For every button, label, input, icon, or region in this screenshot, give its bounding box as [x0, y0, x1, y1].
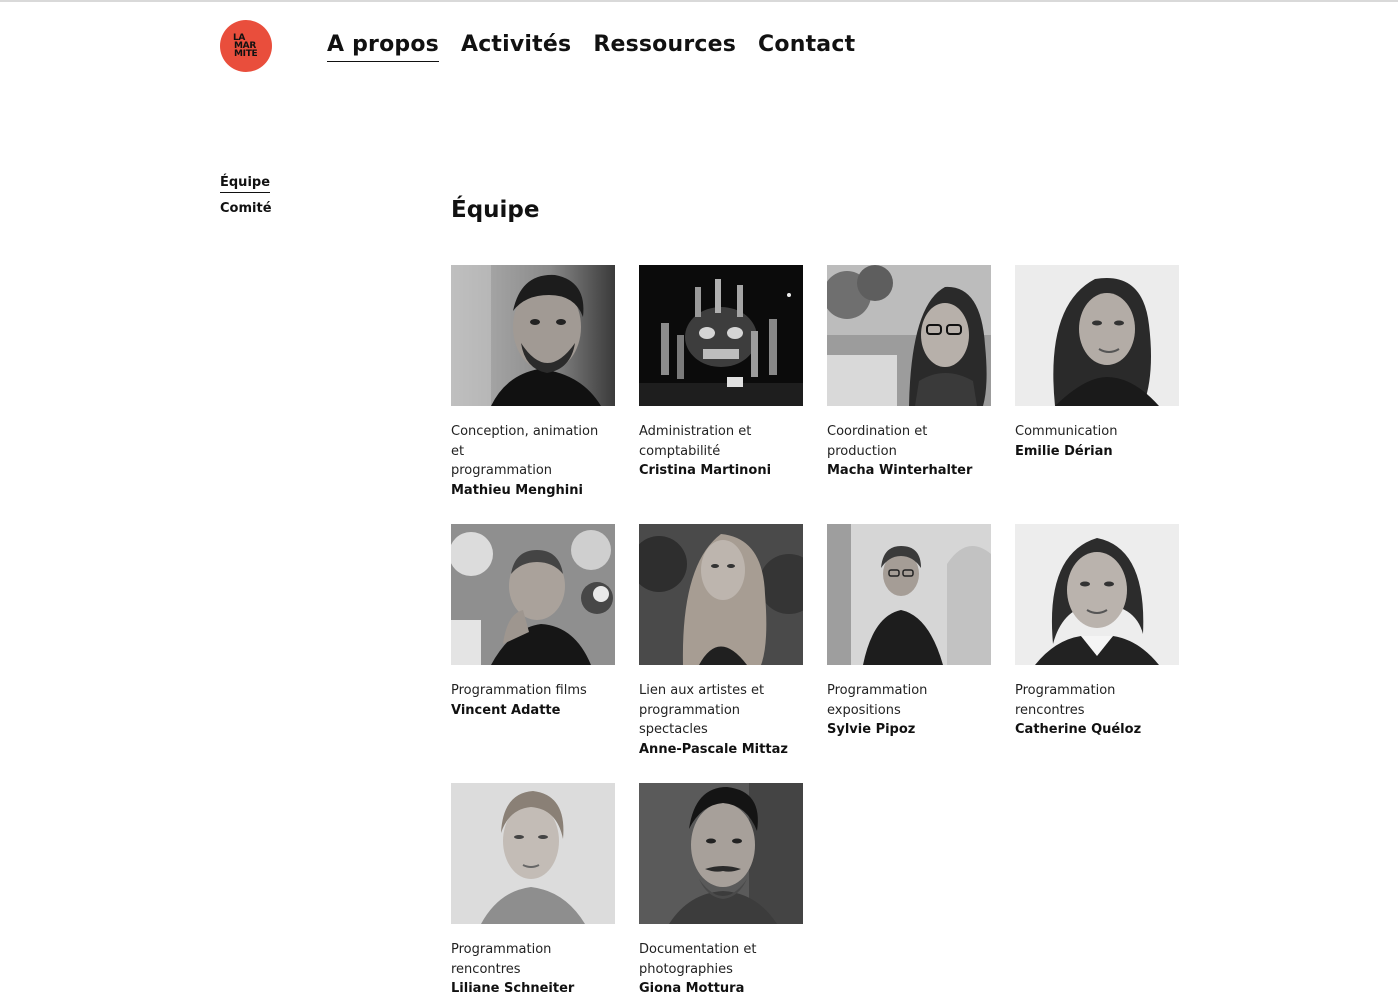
- nav-item-activites[interactable]: Activités: [461, 32, 571, 62]
- member-role: Programmation rencontres: [1015, 683, 1116, 718]
- team-member-card: Programmation films Vincent Adatte: [451, 524, 615, 783]
- member-name: Emilie Dérian: [1015, 443, 1113, 459]
- member-role: Conception, animation et programmation: [451, 424, 599, 478]
- member-photo[interactable]: [451, 524, 615, 665]
- nav-item-ressources[interactable]: Ressources: [593, 32, 736, 62]
- member-photo[interactable]: [1015, 524, 1179, 665]
- team-member-card: Programmation expositions Sylvie Pipoz: [827, 524, 991, 783]
- member-photo[interactable]: [639, 783, 803, 924]
- member-name: Cristina Martinoni: [639, 463, 772, 478]
- member-role: Communication: [1015, 424, 1118, 439]
- nav-item-a-propos[interactable]: A propos: [327, 32, 439, 62]
- member-name: Mathieu Menghini: [451, 482, 583, 498]
- side-nav: Équipe Comité: [220, 175, 272, 218]
- member-name: Anne-Pascale Mittaz: [639, 741, 788, 757]
- site-logo[interactable]: LA MAR MITE: [220, 20, 272, 72]
- team-member-card: Administration et comptabilité Cristina …: [639, 265, 803, 524]
- section-title: Équipe: [451, 197, 540, 223]
- member-role: Administration et comptabilité: [639, 424, 752, 459]
- member-role: Documentation et photographies: [639, 942, 757, 977]
- member-photo[interactable]: [639, 524, 803, 665]
- member-role: Programmation films: [451, 683, 587, 698]
- nav-item-contact[interactable]: Contact: [758, 32, 855, 62]
- team-grid: Conception, animation et programmation M…: [451, 265, 1181, 1000]
- member-role: Coordination et production: [827, 424, 928, 459]
- member-name: Macha Winterhalter: [827, 463, 973, 478]
- page: LA MAR MITE A propos Activités Ressource…: [0, 0, 1398, 1000]
- team-member-card: Programmation rencontres Catherine Quélo…: [1015, 524, 1179, 783]
- member-name: Catherine Quéloz: [1015, 722, 1142, 737]
- side-nav-item-comite[interactable]: Comité: [220, 201, 272, 218]
- logo-text-line: MITE: [234, 49, 258, 59]
- member-photo[interactable]: [451, 783, 615, 924]
- main-nav: A propos Activités Ressources Contact: [327, 32, 855, 62]
- team-member-card: Communication Emilie Dérian: [1015, 265, 1179, 524]
- member-photo[interactable]: [827, 524, 991, 665]
- member-photo[interactable]: [1015, 265, 1179, 406]
- team-member-card: Lien aux artistes et programmation spect…: [639, 524, 803, 783]
- member-photo[interactable]: [639, 265, 803, 406]
- team-member-card: Documentation et photographies Giona Mot…: [639, 783, 803, 1000]
- team-member-card: Programmation rencontres Liliane Schneit…: [451, 783, 615, 1000]
- member-role: Programmation rencontres: [451, 942, 552, 977]
- member-name: Liliane Schneiter: [451, 981, 575, 996]
- member-role: Lien aux artistes et programmation spect…: [639, 683, 765, 737]
- team-member-card: Coordination et production Macha Winterh…: [827, 265, 991, 524]
- member-role: Programmation expositions: [827, 683, 928, 718]
- member-photo[interactable]: [827, 265, 991, 406]
- member-name: Vincent Adatte: [451, 702, 561, 718]
- member-photo[interactable]: [451, 265, 615, 406]
- team-member-card: Conception, animation et programmation M…: [451, 265, 615, 524]
- side-nav-item-equipe[interactable]: Équipe: [220, 175, 271, 193]
- member-name: Giona Mottura: [639, 981, 745, 996]
- member-name: Sylvie Pipoz: [827, 722, 916, 737]
